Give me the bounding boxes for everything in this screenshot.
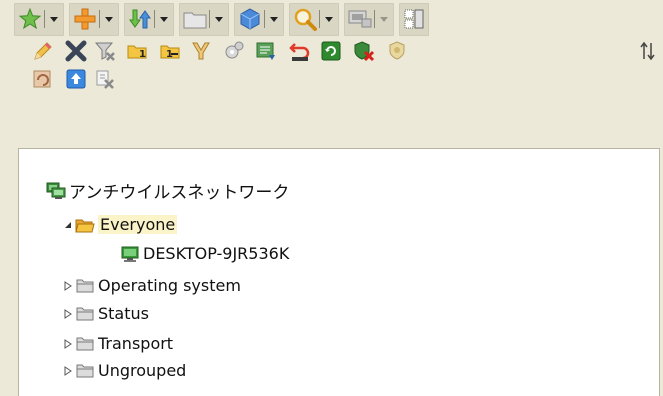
settings-icon[interactable] <box>223 40 245 62</box>
install-icon[interactable] <box>128 7 152 31</box>
computer-icon <box>120 246 140 262</box>
folder-icon <box>75 278 95 294</box>
folder-icon <box>75 363 95 379</box>
layout-group[interactable] <box>399 2 429 36</box>
add-dropdown[interactable] <box>103 7 115 31</box>
action-toolbar: 1 1 <box>14 40 663 140</box>
folder-dropdown[interactable] <box>213 7 225 31</box>
tree-group-everyone[interactable]: Everyone <box>63 215 178 234</box>
sort-icon[interactable] <box>638 40 660 62</box>
add-icon[interactable] <box>73 7 97 31</box>
collapsed-triangle-icon[interactable] <box>63 365 73 376</box>
clear-icon[interactable] <box>94 68 116 90</box>
folder-icon <box>75 336 95 352</box>
tree-computer-label: DESKTOP-9JR536K <box>143 244 290 263</box>
shield-remove-icon[interactable] <box>353 40 375 62</box>
collapsed-triangle-icon[interactable] <box>63 338 73 349</box>
upload-icon[interactable] <box>65 68 87 90</box>
tree-group-operating-system[interactable]: Operating system <box>63 276 241 295</box>
tree-group-label: Operating system <box>98 276 241 295</box>
merge-icon[interactable] <box>190 40 212 62</box>
install-group[interactable] <box>124 2 174 36</box>
tree-group-transport[interactable]: Transport <box>63 334 173 353</box>
expanded-triangle-icon[interactable] <box>63 220 73 230</box>
remote-dropdown[interactable] <box>378 7 390 31</box>
tree-group-label: Transport <box>98 334 174 353</box>
search-icon[interactable] <box>293 7 317 31</box>
filter-icon[interactable] <box>94 40 116 62</box>
collapsed-triangle-icon[interactable] <box>63 308 73 319</box>
remote-icon[interactable] <box>348 7 372 31</box>
search-dropdown[interactable] <box>323 7 335 31</box>
folder-group[interactable] <box>179 2 229 36</box>
remote-group[interactable] <box>344 2 394 36</box>
install-dropdown[interactable] <box>158 7 170 31</box>
pencil-icon[interactable] <box>32 40 54 62</box>
tree-group-label: Everyone <box>98 215 178 234</box>
tree-group-ungrouped[interactable]: Ungrouped <box>63 361 186 380</box>
search-group[interactable] <box>289 2 339 36</box>
folder-icon[interactable] <box>183 7 207 31</box>
tree-root[interactable]: アンチウイルスネットワーク <box>46 178 289 203</box>
add-group[interactable] <box>69 2 119 36</box>
favorites-group[interactable] <box>14 2 64 36</box>
favorites-dropdown[interactable] <box>48 7 60 31</box>
tree-group-status[interactable]: Status <box>63 304 149 323</box>
shield-icon[interactable] <box>386 40 408 62</box>
tree-root-label: アンチウイルスネットワーク <box>69 183 290 203</box>
undo-icon[interactable] <box>289 40 311 62</box>
history-icon[interactable] <box>32 68 54 90</box>
network-tree-panel: アンチウイルスネットワーク Everyone DESKTOP-9JR536K O… <box>18 148 660 396</box>
cube-group[interactable] <box>234 2 284 36</box>
tree-group-label: Ungrouped <box>98 361 187 380</box>
star-icon[interactable] <box>18 7 42 31</box>
cube-icon[interactable] <box>238 7 262 31</box>
folder-open-icon <box>75 217 95 233</box>
main-toolbar <box>0 0 663 38</box>
folder-icon <box>75 306 95 322</box>
network-icon <box>46 182 66 199</box>
svg-text:1: 1 <box>139 49 146 60</box>
delete-icon[interactable] <box>65 40 87 62</box>
tree-computer-item[interactable]: DESKTOP-9JR536K <box>120 244 289 263</box>
step1-alt-icon[interactable]: 1 <box>159 40 181 62</box>
step1-icon[interactable]: 1 <box>126 40 148 62</box>
layout-icon[interactable] <box>403 7 425 31</box>
tree-group-label: Status <box>98 304 149 323</box>
refresh-icon[interactable] <box>320 40 342 62</box>
collapsed-triangle-icon[interactable] <box>63 280 73 291</box>
cube-dropdown[interactable] <box>268 7 280 31</box>
list-icon[interactable] <box>255 40 277 62</box>
